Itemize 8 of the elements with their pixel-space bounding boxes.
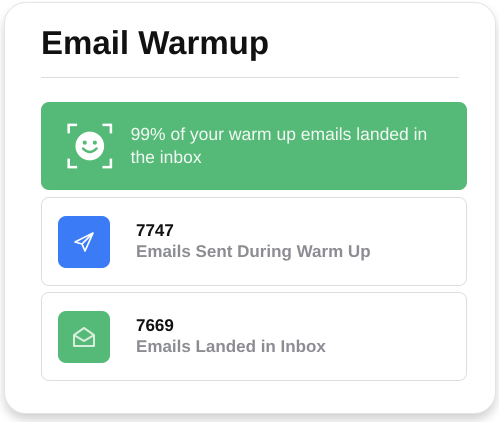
open-envelope-icon	[72, 326, 96, 348]
stat-label: Emails Landed in Inbox	[136, 336, 326, 358]
stat-label: Emails Sent During Warm Up	[136, 241, 371, 263]
send-icon	[73, 230, 95, 252]
banner-message: 99% of your warm up emails landed in the inbox	[130, 123, 428, 169]
card-title: Email Warmup	[41, 23, 269, 63]
stat-value: 7747	[136, 220, 174, 241]
stat-value: 7669	[136, 315, 174, 336]
